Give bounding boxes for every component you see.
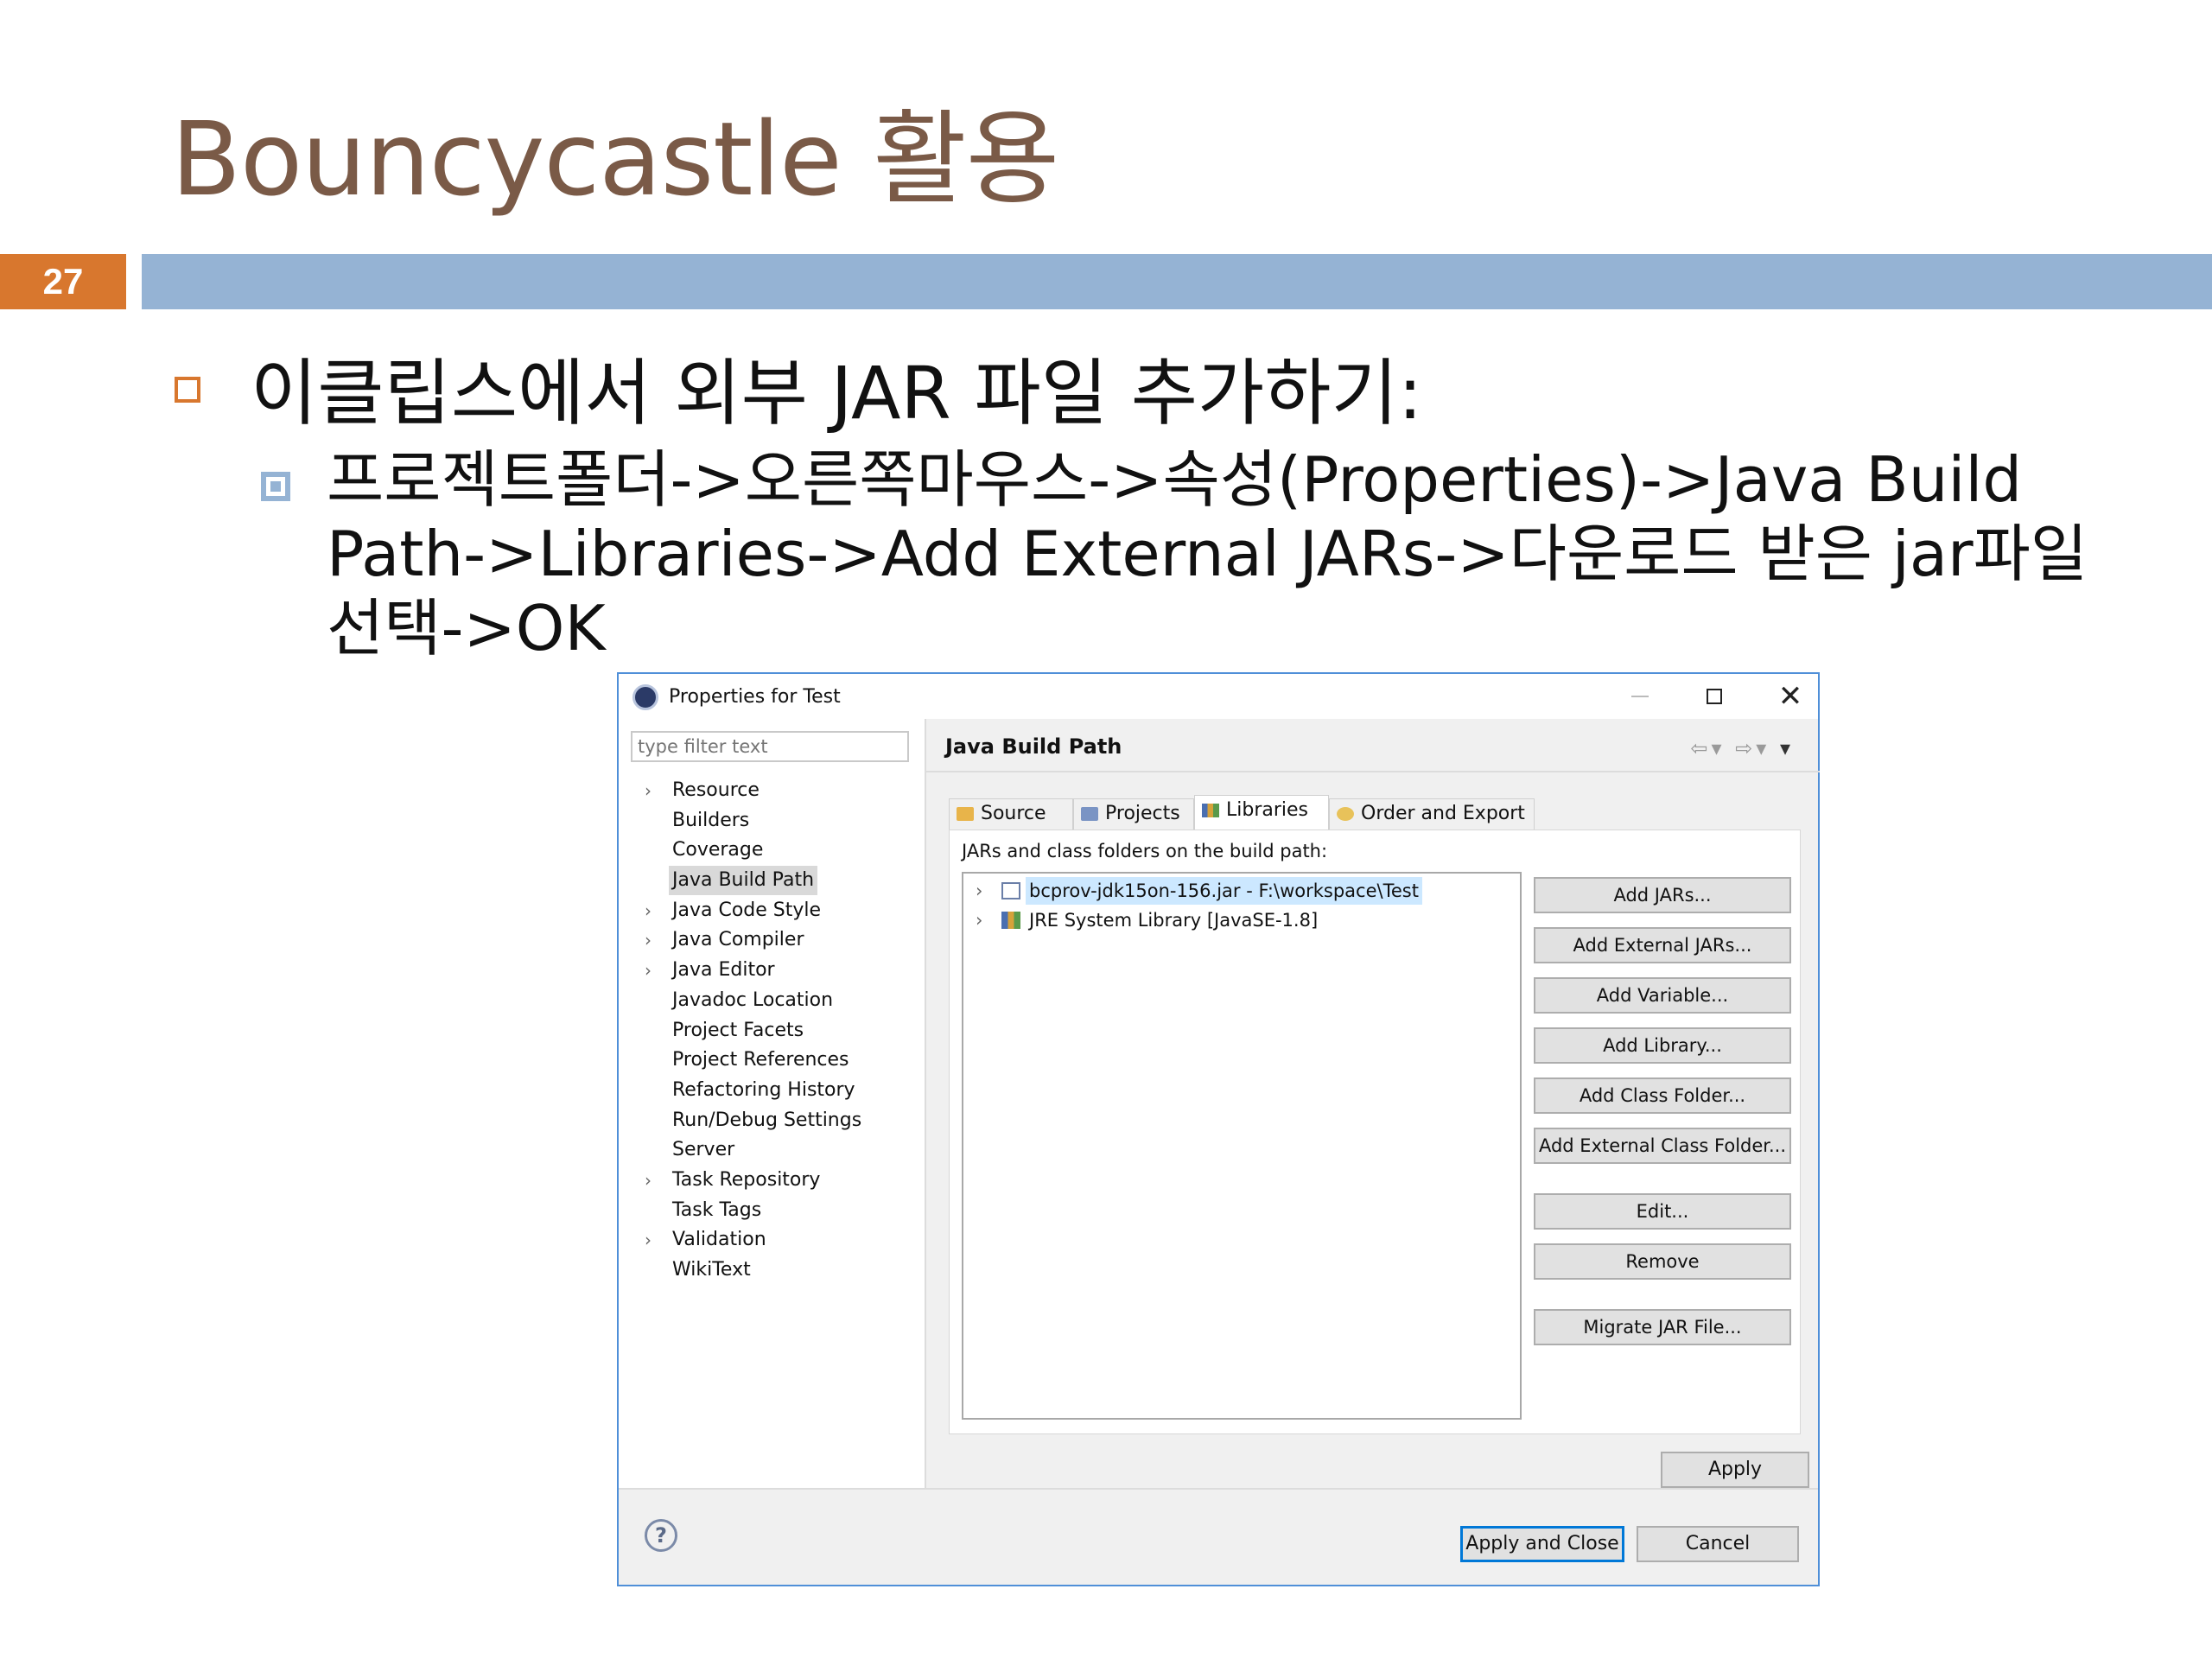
tree-item[interactable]: › Resource bbox=[619, 776, 926, 806]
tree-item-label: Task Tags bbox=[672, 1198, 762, 1221]
tree-item-label: Java Build Path bbox=[669, 866, 818, 896]
cancel-button[interactable]: Cancel bbox=[1637, 1526, 1799, 1562]
sub-bullet-square-icon bbox=[261, 472, 290, 501]
minimize-button[interactable] bbox=[1614, 679, 1666, 714]
apply-button[interactable]: Apply bbox=[1661, 1452, 1809, 1488]
title-divider-bar bbox=[142, 254, 2212, 309]
tree-item[interactable]: Project Facets bbox=[619, 1016, 926, 1046]
property-page-navigator: › Resource Builders Coverage Java Build Path… bbox=[619, 719, 926, 1488]
window-title: Properties for Test bbox=[669, 686, 841, 708]
property-tree: › Resource Builders Coverage Java Build Path… bbox=[619, 776, 926, 1286]
filter-input[interactable] bbox=[631, 731, 909, 762]
jar-icon bbox=[1001, 882, 1020, 899]
tab-source[interactable]: Source bbox=[949, 798, 1073, 830]
expand-chevron-icon[interactable]: › bbox=[645, 956, 652, 985]
tree-item[interactable]: Builders bbox=[619, 806, 926, 836]
apply-and-close-button[interactable]: Apply and Close bbox=[1460, 1526, 1624, 1562]
tree-item-label: Validation bbox=[672, 1229, 766, 1251]
list-item-jre-system-library[interactable]: › JRE System Library [JavaSE-1.8] bbox=[963, 906, 1520, 934]
library-icon bbox=[1001, 912, 1020, 929]
footer-divider bbox=[619, 1488, 1818, 1490]
tree-item-label: Java Editor bbox=[672, 959, 775, 982]
tree-item-label: WikiText bbox=[672, 1259, 751, 1281]
migrate-jar-file-button[interactable]: Migrate JAR File... bbox=[1534, 1309, 1791, 1345]
tree-item[interactable]: Java Build Path bbox=[619, 866, 926, 896]
tree-item[interactable]: Project References bbox=[619, 1046, 926, 1076]
tab-projects[interactable]: Projects bbox=[1073, 798, 1194, 830]
back-arrow-icon[interactable]: ⇦ bbox=[1690, 736, 1711, 760]
tree-item-label: Javadoc Location bbox=[672, 988, 834, 1011]
remove-button[interactable]: Remove bbox=[1534, 1243, 1791, 1280]
expand-chevron-icon[interactable]: › bbox=[645, 925, 652, 955]
slide-title: Bouncycastle 활용 bbox=[171, 99, 1059, 219]
expand-chevron-icon[interactable]: › bbox=[645, 1166, 652, 1195]
page-number: 27 bbox=[0, 254, 126, 309]
tree-item-label: Java Code Style bbox=[672, 899, 822, 921]
forward-arrow-icon[interactable]: ⇨ bbox=[1735, 736, 1756, 760]
back-menu-chevron-icon[interactable]: ▾ bbox=[1711, 736, 1725, 760]
tree-item-label: Run/Debug Settings bbox=[672, 1109, 862, 1131]
libraries-tab-content: JARs and class folders on the build path… bbox=[949, 830, 1801, 1434]
libraries-icon bbox=[1202, 804, 1219, 817]
bullet-heading: 이클립스에서 외부 JAR 파일 추가하기: bbox=[251, 351, 1423, 435]
tree-item[interactable]: › Validation bbox=[619, 1225, 926, 1255]
page-title: Java Build Path bbox=[945, 734, 1122, 759]
tree-item[interactable]: › Java Code Style bbox=[619, 896, 926, 926]
tree-item-label: Server bbox=[672, 1139, 735, 1161]
tree-item[interactable]: Javadoc Location bbox=[619, 986, 926, 1016]
tree-item-label: Task Repository bbox=[672, 1168, 821, 1191]
tree-item[interactable]: Coverage bbox=[619, 836, 926, 866]
window-titlebar: Properties for Test ✕ bbox=[619, 674, 1818, 719]
tree-item[interactable]: › Task Repository bbox=[619, 1166, 926, 1196]
help-icon[interactable]: ? bbox=[645, 1519, 677, 1552]
sub-bullet-text: 프로젝트폴더->오른쪽마우스->속성(Properties)->Java Bui… bbox=[327, 443, 2088, 664]
tree-item[interactable]: Run/Debug Settings bbox=[619, 1106, 926, 1136]
order-export-icon bbox=[1337, 807, 1354, 821]
tree-item[interactable]: Refactoring History bbox=[619, 1076, 926, 1106]
list-item-bcprov-jar[interactable]: › bcprov-jdk15on-156.jar - F:\workspace\… bbox=[963, 877, 1520, 905]
expand-chevron-icon[interactable]: › bbox=[976, 877, 982, 905]
tab-libraries[interactable]: Libraries bbox=[1194, 795, 1329, 831]
close-button[interactable]: ✕ bbox=[1764, 679, 1816, 714]
add-external-class-folder-button[interactable]: Add External Class Folder... bbox=[1534, 1128, 1791, 1164]
java-build-path-page: Java Build Path ⇦▾ ⇨▾ ▾ Source Projects … bbox=[926, 719, 1820, 1488]
history-navigation: ⇦▾ ⇨▾ ▾ bbox=[1690, 736, 1794, 760]
tree-item-label: Java Compiler bbox=[672, 929, 804, 951]
tree-item-label: Resource bbox=[672, 779, 760, 801]
tree-item-label: Refactoring History bbox=[672, 1078, 855, 1101]
expand-chevron-icon[interactable]: › bbox=[645, 776, 652, 805]
forward-menu-chevron-icon[interactable]: ▾ bbox=[1756, 736, 1770, 760]
tree-item[interactable]: › Java Compiler bbox=[619, 925, 926, 956]
add-class-folder-button[interactable]: Add Class Folder... bbox=[1534, 1077, 1791, 1114]
add-library-button[interactable]: Add Library... bbox=[1534, 1027, 1791, 1064]
expand-chevron-icon[interactable]: › bbox=[645, 1225, 652, 1255]
expand-chevron-icon[interactable]: › bbox=[976, 906, 982, 934]
bullet-square-icon bbox=[175, 377, 200, 403]
add-external-jars-button[interactable]: Add External JARs... bbox=[1534, 927, 1791, 963]
eclipse-icon bbox=[632, 684, 658, 710]
view-menu-chevron-icon[interactable]: ▾ bbox=[1780, 736, 1794, 760]
tree-item[interactable]: Server bbox=[619, 1135, 926, 1166]
maximize-button[interactable] bbox=[1688, 679, 1740, 714]
header-divider bbox=[926, 771, 1820, 772]
projects-icon bbox=[1081, 807, 1098, 821]
tree-item-label: Project Facets bbox=[672, 1019, 804, 1041]
add-variable-button[interactable]: Add Variable... bbox=[1534, 977, 1791, 1014]
tree-item[interactable]: WikiText bbox=[619, 1255, 926, 1286]
add-jars-button[interactable]: Add JARs... bbox=[1534, 877, 1791, 913]
tree-item-label: Coverage bbox=[672, 839, 764, 861]
edit-button[interactable]: Edit... bbox=[1534, 1193, 1791, 1230]
expand-chevron-icon[interactable]: › bbox=[645, 896, 652, 925]
tree-item-label: Project References bbox=[672, 1049, 849, 1071]
tree-item[interactable]: › Java Editor bbox=[619, 956, 926, 986]
tree-item-label: Builders bbox=[672, 809, 750, 831]
tab-order-and-export[interactable]: Order and Export bbox=[1329, 798, 1535, 830]
build-path-entries-list[interactable]: › bcprov-jdk15on-156.jar - F:\workspace\… bbox=[962, 872, 1522, 1420]
source-folder-icon bbox=[957, 807, 974, 821]
properties-dialog: Properties for Test ✕ › Resource Builders C… bbox=[617, 672, 1820, 1586]
tree-item[interactable]: Task Tags bbox=[619, 1196, 926, 1226]
build-path-caption: JARs and class folders on the build path… bbox=[962, 841, 1328, 861]
